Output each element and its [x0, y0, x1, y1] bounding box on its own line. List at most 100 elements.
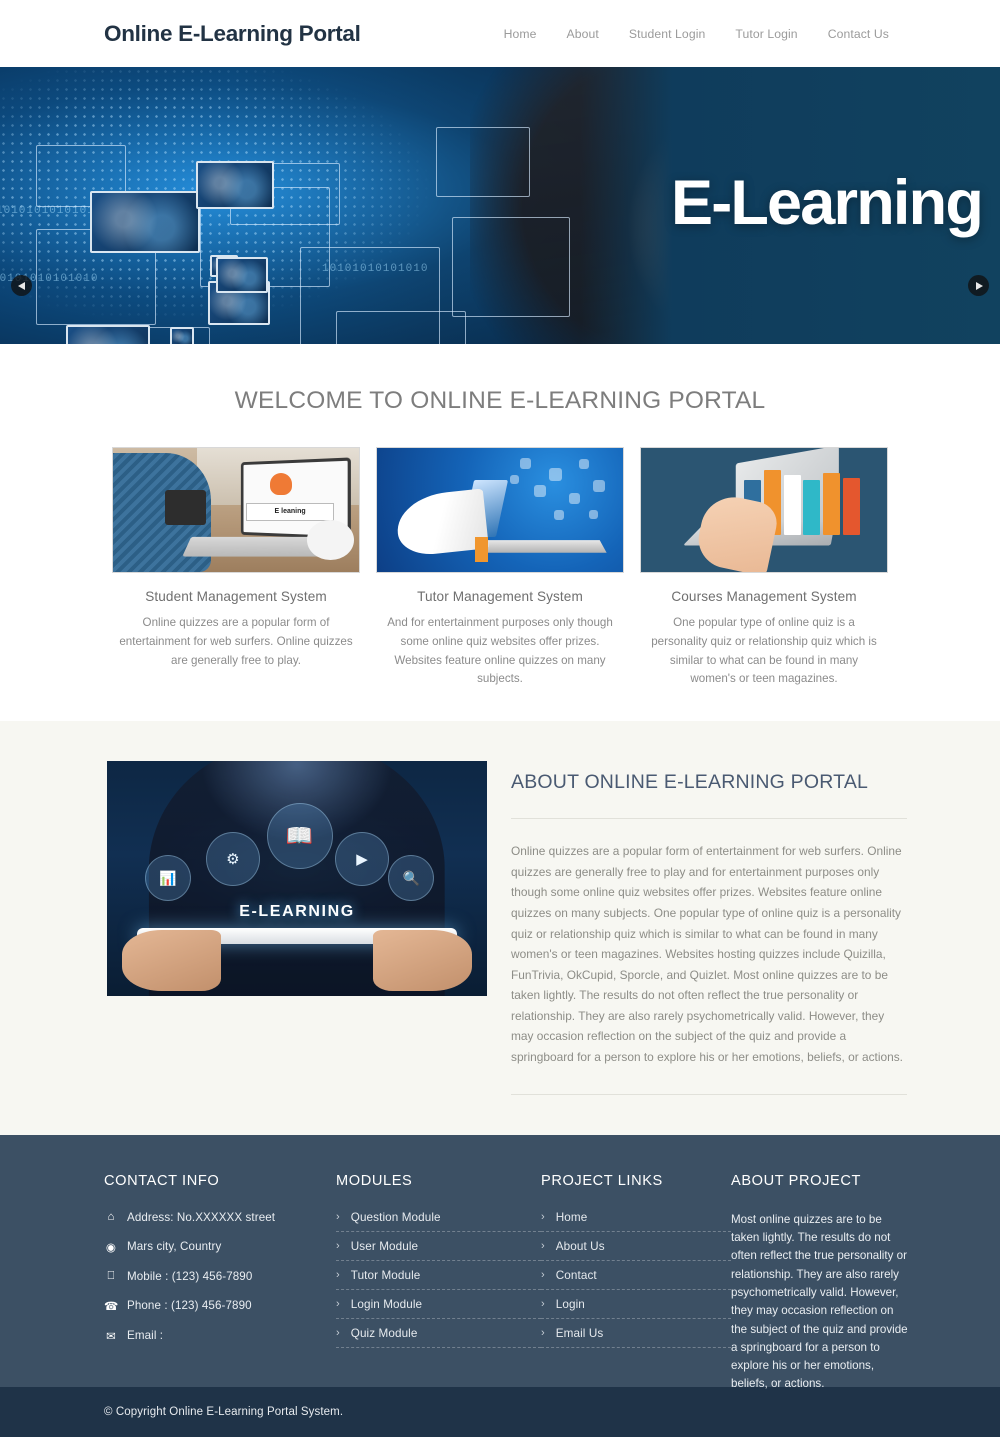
chevron-right-icon: › — [541, 1240, 545, 1253]
footer-link-label: Contact — [555, 1268, 597, 1282]
service-cards: E leaning Student Management System Onli… — [0, 415, 1000, 689]
contact-city-text: Mars city, Country — [127, 1240, 222, 1254]
about-divider-bottom — [511, 1093, 907, 1095]
search-icon: 🔍 — [388, 855, 435, 902]
footer-link-home[interactable]: › Home — [541, 1211, 731, 1232]
hero-slider: 10101010101010 10101010101010 1010101010… — [0, 67, 1000, 344]
footer-link-about-us[interactable]: › About Us — [541, 1240, 731, 1261]
hero-panel-small-3 — [170, 327, 194, 344]
footer-about-project-heading: ABOUT PROJECT — [731, 1172, 861, 1189]
brain-icon: ⚙ — [205, 831, 260, 886]
about-body: ABOUT ONLINE E-LEARNING PORTAL Online qu… — [511, 761, 907, 1095]
footer-contact-heading: CONTACT INFO — [104, 1172, 220, 1189]
chevron-right-icon: › — [336, 1269, 340, 1282]
footer-link-label: Question Module — [350, 1210, 441, 1224]
hero-title: E-Learning — [670, 168, 984, 238]
footer-link-label: Login — [555, 1297, 585, 1311]
hero-panel-tablet — [196, 161, 274, 209]
site-header: Online E-Learning Portal Home About Stud… — [0, 0, 1000, 67]
footer-link-email-us[interactable]: › Email Us — [541, 1327, 731, 1348]
hero-frame-9 — [336, 311, 466, 344]
footer-link-tutor-module[interactable]: › Tutor Module — [336, 1269, 541, 1290]
nav-item-home[interactable]: Home — [489, 27, 552, 41]
hero-frame-7 — [436, 127, 530, 197]
footer-link-label: Home — [555, 1210, 588, 1224]
about-section: 📊 ⚙ 📖 ▶ 🔍 E-LEARNING ABOUT ONLINE E-LEAR… — [0, 721, 1000, 1135]
chart-icon: 📊 — [145, 855, 191, 902]
chevron-right-icon: › — [541, 1269, 545, 1282]
footer-link-label: Email Us — [555, 1326, 604, 1340]
hero-frame-8 — [452, 217, 570, 317]
service-card-courses[interactable]: Courses Management System One popular ty… — [640, 447, 888, 689]
service-card-student-title: Student Management System — [145, 589, 327, 604]
footer-link-label: Tutor Module — [350, 1268, 421, 1282]
mobile-icon: ⎕ — [107, 1269, 115, 1282]
footer-link-user-module[interactable]: › User Module — [336, 1240, 541, 1261]
site-footer: CONTACT INFO ⌂ Address: No.XXXXXX street… — [0, 1134, 1000, 1390]
contact-row-email: ✉ Email : — [104, 1329, 336, 1343]
books-laptop-illustration — [641, 448, 887, 572]
contact-mobile-text: Mobile : (123) 456-7890 — [127, 1269, 253, 1283]
service-card-tutor-text: And for entertainment purposes only thou… — [387, 616, 613, 686]
book-icon: 📖 — [266, 803, 333, 870]
service-card-student-image-label: E leaning — [245, 502, 335, 522]
service-card-tutor[interactable]: Tutor Management System And for entertai… — [376, 447, 624, 689]
chevron-right-icon: › — [336, 1211, 340, 1224]
laptop-desk-illustration: E leaning — [113, 448, 359, 572]
elearning-tablet-illustration: 📊 ⚙ 📖 ▶ 🔍 E-LEARNING — [107, 761, 487, 997]
service-card-tutor-image — [376, 447, 624, 573]
footer-modules-column: MODULES › Question Module › User Module … — [336, 1173, 541, 1394]
chevron-right-icon: › — [336, 1298, 340, 1311]
site-brand[interactable]: Online E-Learning Portal — [104, 21, 361, 47]
chevron-right-icon: › — [336, 1327, 340, 1340]
hero-panel-small-2 — [216, 257, 268, 293]
contact-row-city: ◉ Mars city, Country — [104, 1240, 336, 1254]
open-book-laptop-illustration — [377, 448, 623, 572]
main-navigation: Home About Student Login Tutor Login Con… — [489, 27, 1000, 41]
footer-link-label: About Us — [555, 1239, 605, 1253]
footer-link-label: User Module — [350, 1239, 419, 1253]
about-image-label: E-LEARNING — [239, 902, 355, 920]
contact-row-mobile: ⎕ Mobile : (123) 456-7890 — [104, 1270, 336, 1283]
nav-item-about[interactable]: About — [552, 27, 614, 41]
envelope-icon: ✉ — [106, 1330, 116, 1343]
nav-item-contact-us[interactable]: Contact Us — [813, 27, 904, 41]
footer-contact-column: CONTACT INFO ⌂ Address: No.XXXXXX street… — [104, 1173, 336, 1394]
hero-panel-hand — [66, 325, 150, 344]
video-people-icon: ▶ — [335, 831, 389, 886]
footer-link-login[interactable]: › Login — [541, 1298, 731, 1319]
service-card-student[interactable]: E leaning Student Management System Onli… — [112, 447, 360, 689]
chevron-right-icon: › — [541, 1298, 545, 1311]
about-text: Online quizzes are a popular form of ent… — [511, 844, 903, 1065]
chevron-right-icon: › — [541, 1327, 545, 1340]
footer-about-project-text: Most online quizzes are to be taken ligh… — [731, 1212, 908, 1391]
footer-link-label: Quiz Module — [350, 1326, 418, 1340]
slider-next-button[interactable] — [968, 275, 989, 296]
welcome-section: WELCOME TO ONLINE E-LEARNING PORTAL E le… — [0, 344, 1000, 690]
nav-item-student-login[interactable]: Student Login — [614, 27, 721, 41]
contact-row-phone: ☎ Phone : (123) 456-7890 — [104, 1299, 336, 1313]
hero-panel-world-map — [90, 191, 200, 253]
footer-project-links-column: PROJECT LINKS › Home › About Us › Contac… — [541, 1173, 731, 1394]
footer-link-question-module[interactable]: › Question Module — [336, 1211, 541, 1232]
globe-icon: ◉ — [105, 1241, 117, 1254]
slider-prev-button[interactable] — [11, 275, 32, 296]
chevron-left-icon — [17, 281, 25, 290]
contact-email-text: Email : — [127, 1329, 164, 1343]
footer-link-login-module[interactable]: › Login Module — [336, 1298, 541, 1319]
welcome-heading: WELCOME TO ONLINE E-LEARNING PORTAL — [234, 387, 766, 414]
footer-link-contact[interactable]: › Contact — [541, 1269, 731, 1290]
footer-modules-heading: MODULES — [336, 1172, 413, 1189]
phone-icon: ☎ — [104, 1300, 119, 1313]
about-image: 📊 ⚙ 📖 ▶ 🔍 E-LEARNING — [107, 761, 487, 997]
contact-row-address: ⌂ Address: No.XXXXXX street — [104, 1211, 336, 1224]
footer-link-quiz-module[interactable]: › Quiz Module — [336, 1327, 541, 1348]
about-heading: ABOUT ONLINE E-LEARNING PORTAL — [511, 771, 869, 794]
service-card-student-image: E leaning — [112, 447, 360, 573]
copyright-text: © Copyright Online E-Learning Portal Sys… — [104, 1405, 344, 1418]
footer-project-links-heading: PROJECT LINKS — [541, 1172, 663, 1189]
nav-item-tutor-login[interactable]: Tutor Login — [720, 27, 812, 41]
contact-phone-text: Phone : (123) 456-7890 — [127, 1299, 252, 1313]
chevron-right-icon: › — [541, 1211, 545, 1224]
footer-about-project-column: ABOUT PROJECT Most online quizzes are to… — [731, 1173, 911, 1394]
